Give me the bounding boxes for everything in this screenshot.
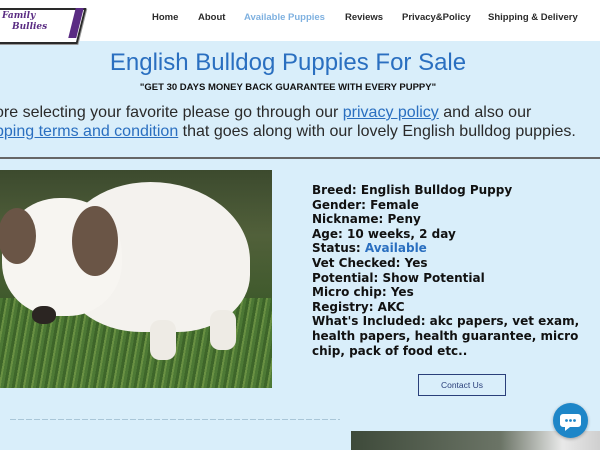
- puppy-leg: [210, 310, 236, 350]
- detail-gender: Gender: Female: [312, 197, 419, 212]
- detail-vet-checked: Vet Checked: Yes: [312, 255, 428, 270]
- site-header: Family Bullies Home About Available Pupp…: [0, 0, 600, 44]
- detail-potential: Potential: Show Potential: [312, 270, 485, 285]
- page-title: English Bulldog Puppies For Sale: [109, 49, 467, 76]
- puppy-leg: [150, 320, 176, 360]
- status-value: Available: [364, 241, 427, 256]
- chat-button[interactable]: [553, 403, 588, 438]
- detail-registry: Registry: AKC: [312, 299, 405, 314]
- intro-line-1: ore selecting your favorite please go th…: [0, 104, 531, 122]
- detail-included: What's Included: akc papers, vet exam, h…: [312, 314, 580, 358]
- chat-bubble-icon: [560, 414, 581, 431]
- puppy-ear-patch: [72, 206, 118, 276]
- privacy-policy-link[interactable]: privacy policy: [343, 104, 439, 121]
- footer-divider: [10, 419, 340, 420]
- main-nav: Home About Available Puppies Reviews Pri…: [0, 12, 600, 26]
- nav-available-puppies[interactable]: Available Puppies: [244, 12, 325, 23]
- contact-us-button[interactable]: Contact Us: [418, 374, 506, 396]
- guarantee-subtitle: "GET 30 DAYS MONEY BACK GUARANTEE WITH E…: [139, 82, 437, 93]
- nav-about[interactable]: About: [198, 12, 225, 23]
- nav-home[interactable]: Home: [152, 12, 178, 23]
- detail-status: Status: Available: [312, 241, 592, 256]
- nav-reviews[interactable]: Reviews: [345, 12, 383, 23]
- section-divider: [0, 157, 600, 159]
- nav-shipping-delivery[interactable]: Shipping & Delivery: [488, 12, 578, 23]
- puppy-details: Breed: English Bulldog Puppy Gender: Fem…: [312, 183, 592, 358]
- detail-age: Age: 10 weeks, 2 day: [312, 226, 456, 241]
- nav-privacy-policy[interactable]: Privacy&Policy: [402, 12, 471, 23]
- puppy-photo: [0, 170, 272, 388]
- puppy-ear-patch: [0, 208, 36, 264]
- intro-text-2: and also our: [438, 104, 532, 121]
- puppy-nose: [32, 306, 56, 324]
- detail-micro-chip: Micro chip: Yes: [312, 285, 414, 300]
- detail-nickname: Nickname: Peny: [312, 212, 421, 227]
- shipping-terms-link[interactable]: pping terms and condition: [0, 123, 178, 140]
- puppy-head: [0, 198, 122, 324]
- intro-text-3: that goes along with our lovely English …: [178, 123, 576, 140]
- detail-breed: Breed: English Bulldog Puppy: [312, 183, 513, 197]
- status-label: Status:: [312, 241, 365, 256]
- intro-line-2: pping terms and condition that goes alon…: [0, 123, 576, 141]
- intro-text-1: ore selecting your favorite please go th…: [0, 104, 343, 121]
